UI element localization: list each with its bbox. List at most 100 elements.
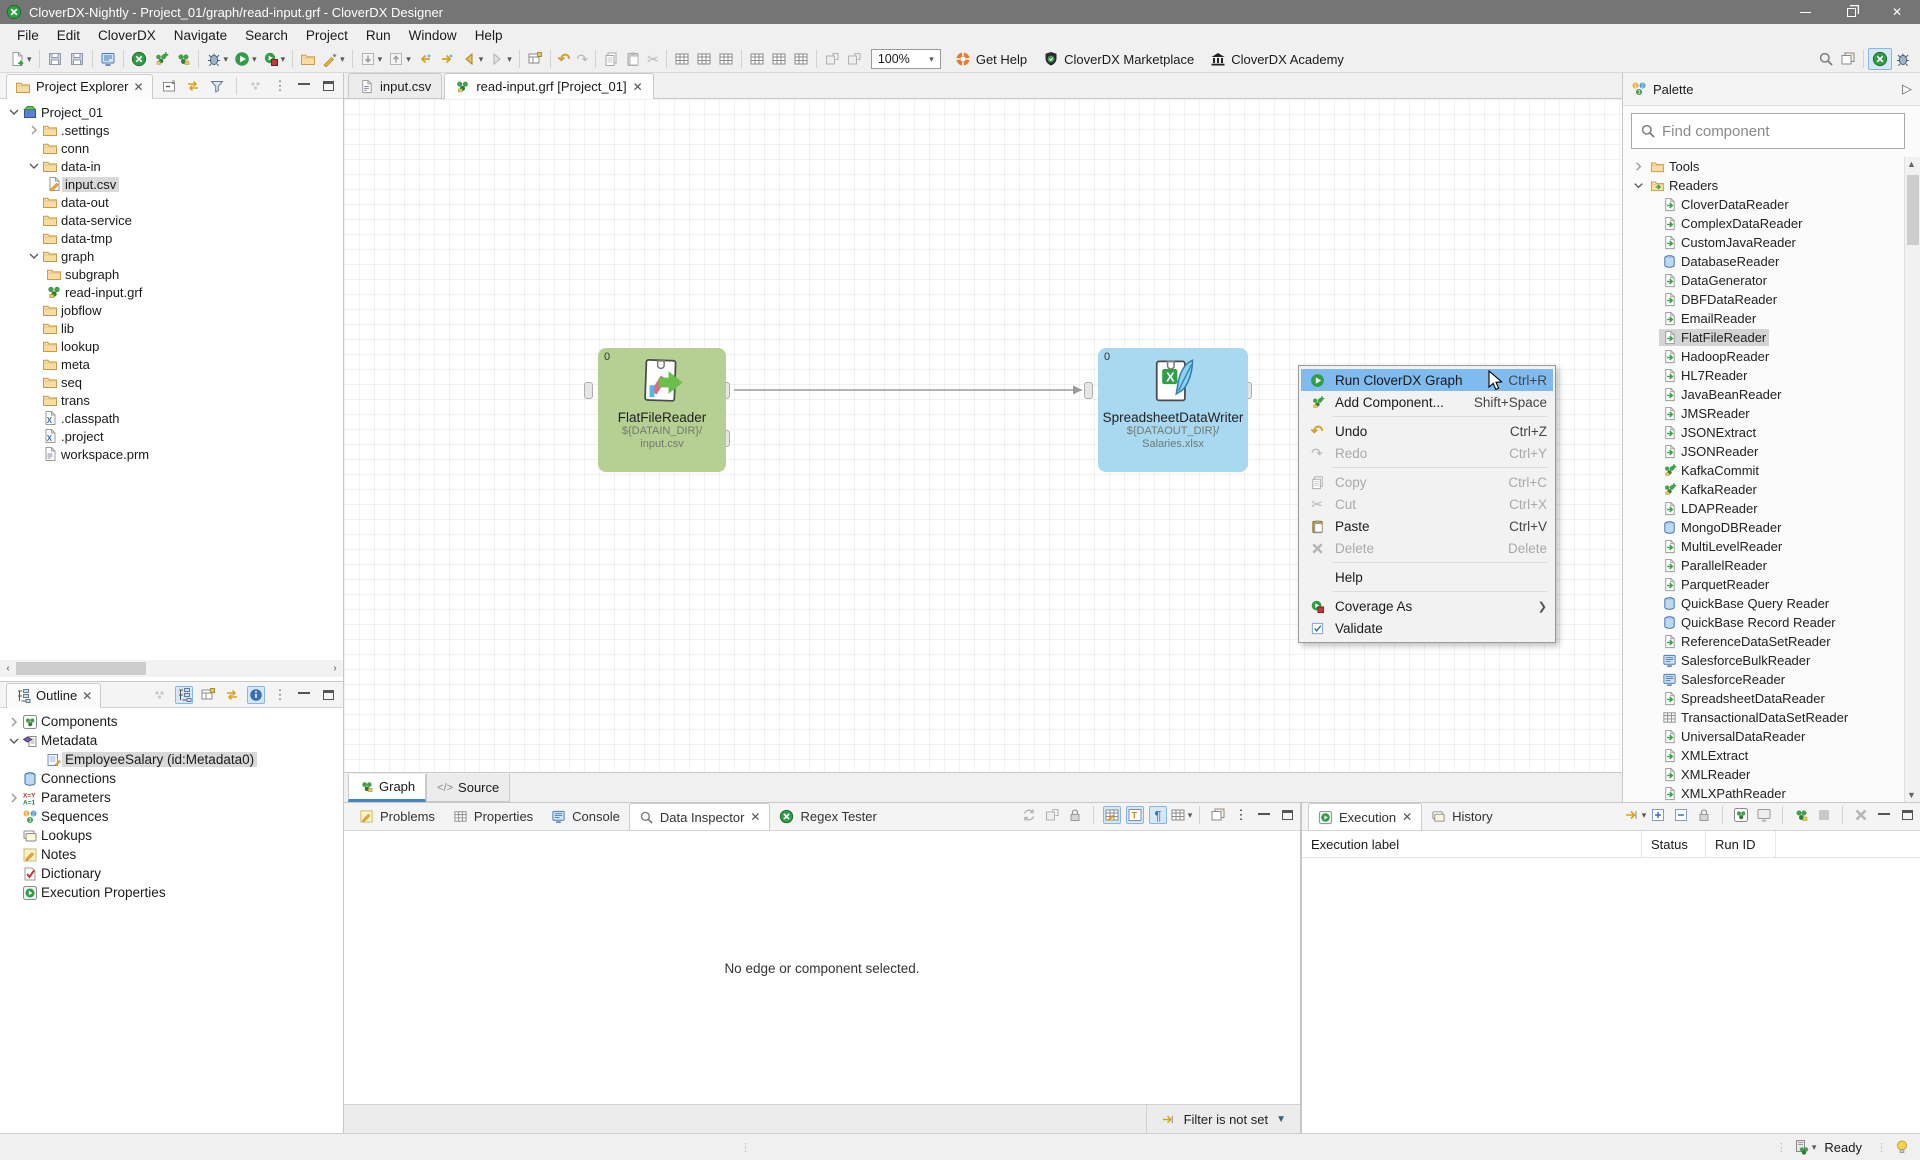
tab-problems[interactable]: Problems	[350, 803, 444, 830]
palette-item-parallelreader[interactable]: ParallelReader	[1623, 556, 1905, 575]
menu-run[interactable]: Run	[357, 26, 400, 45]
stop-button[interactable]	[1815, 806, 1833, 824]
menu-item-undo[interactable]: ↶UndoCtrl+Z	[1301, 420, 1553, 442]
view-tab-graph[interactable]: Graph	[348, 774, 426, 802]
tips-bulb-icon[interactable]	[1894, 1139, 1910, 1155]
grid-options-button[interactable]: ▾	[1172, 806, 1190, 824]
filter-button[interactable]	[208, 77, 226, 95]
outline-item-metadata[interactable]: Metadata	[0, 731, 343, 750]
show-components-button[interactable]	[1732, 806, 1750, 824]
palette-item-spreadsheetdatareader[interactable]: SpreadsheetDataReader	[1623, 689, 1905, 708]
remove-button[interactable]	[1852, 806, 1870, 824]
close-icon[interactable]: ✕	[633, 80, 643, 94]
component-spreadsheetdatawriter[interactable]: 0 SpreadsheetDataWriter ${DATAOUT_DIR}/ …	[1098, 348, 1248, 472]
tree-item-project[interactable]: Project_01	[0, 103, 343, 121]
new-graph-button[interactable]: ▾	[6, 48, 35, 70]
back-button[interactable]: ▾	[458, 48, 487, 70]
palette-item-referencedatasetreader[interactable]: ReferenceDataSetReader	[1623, 632, 1905, 651]
tab-project-explorer[interactable]: Project Explorer ✕	[6, 74, 153, 99]
close-icon[interactable]: ✕	[1402, 810, 1412, 824]
cloverdx-server-button[interactable]	[128, 48, 150, 70]
view-tab-source[interactable]: </>Source	[426, 774, 510, 802]
undo-button[interactable]: ↶	[555, 48, 574, 70]
palette-item-transactionaldatasetreader[interactable]: TransactionalDataSetReader	[1623, 708, 1905, 727]
outline-item-dictionary[interactable]: Dictionary	[0, 864, 343, 883]
open-perspective-button[interactable]	[1837, 48, 1859, 70]
link-with-editor-button[interactable]	[184, 77, 202, 95]
match-height-button[interactable]	[843, 48, 865, 70]
view-menu-button[interactable]: ⋮	[271, 686, 289, 704]
align-right-button[interactable]	[715, 48, 737, 70]
get-help-link[interactable]: Get Help	[947, 51, 1035, 67]
palette-item-xmlextract[interactable]: XMLExtract	[1623, 746, 1905, 765]
outline-item-sequences[interactable]: Sequences	[0, 807, 343, 826]
menu-file[interactable]: File	[8, 26, 48, 45]
tab-properties[interactable]: Properties	[444, 803, 542, 830]
expand-all-button[interactable]	[1649, 806, 1667, 824]
palette-item-salesforcebulkreader[interactable]: SalesforceBulkReader	[1623, 651, 1905, 670]
tree-item-read-input-grf[interactable]: read-input.grf	[0, 283, 343, 301]
outline-item-execution-properties[interactable]: Execution Properties	[0, 883, 343, 902]
column-run-id[interactable]: Run ID	[1706, 831, 1776, 857]
palette-item-complexdatareader[interactable]: ComplexDataReader	[1623, 214, 1905, 233]
filter-control[interactable]: Filter is not set ▼	[1146, 1105, 1300, 1133]
cloverdx-perspective-button[interactable]	[1868, 48, 1892, 70]
palette-item-customjavareader[interactable]: CustomJavaReader	[1623, 233, 1905, 252]
show-text-toggle[interactable]	[1126, 806, 1144, 824]
outline-item-lookups[interactable]: Lookups	[0, 826, 343, 845]
distribute-v-button[interactable]	[768, 48, 790, 70]
column-status[interactable]: Status	[1642, 831, 1706, 857]
academy-link[interactable]: CloverDX Academy	[1202, 51, 1352, 67]
palette-item-hadoopreader[interactable]: HadoopReader	[1623, 347, 1905, 366]
palette-item-flatfilereader[interactable]: FlatFileReader	[1623, 328, 1905, 347]
next-annotation-button[interactable]	[436, 48, 458, 70]
import-button[interactable]: ▾	[357, 48, 386, 70]
menu-window[interactable]: Window	[400, 26, 466, 45]
scroll-left-icon[interactable]: ‹	[0, 663, 16, 674]
palette-item-jmsreader[interactable]: JMSReader	[1623, 404, 1905, 423]
menu-item-copy[interactable]: CopyCtrl+C	[1301, 471, 1553, 493]
tree-item-data-tmp[interactable]: data-tmp	[0, 229, 343, 247]
tree-item-subgraph[interactable]: subgraph	[0, 265, 343, 283]
outline-item-employee-salary[interactable]: EmployeeSalary (id:Metadata0)	[0, 750, 343, 769]
menu-edit[interactable]: Edit	[48, 26, 89, 45]
scroll-right-icon[interactable]: ›	[327, 663, 343, 674]
align-left-button[interactable]	[671, 48, 693, 70]
tree-item-lookup[interactable]: lookup	[0, 337, 343, 355]
tree-item-graph[interactable]: graph	[0, 247, 343, 265]
server-status-icon[interactable]	[1794, 1139, 1810, 1155]
maximize-view-button[interactable]	[1278, 806, 1296, 824]
open-in-window-button[interactable]	[1209, 806, 1227, 824]
menu-item-cut[interactable]: ✂CutCtrl+X	[1301, 493, 1553, 515]
components-button[interactable]	[172, 48, 194, 70]
link-with-editor-button[interactable]	[524, 48, 546, 70]
tree-item-trans[interactable]: trans	[0, 391, 343, 409]
window-close-button[interactable]: ✕	[1874, 0, 1920, 24]
outline-item-notes[interactable]: Notes	[0, 845, 343, 864]
palette-item-jsonextract[interactable]: JSONExtract	[1623, 423, 1905, 442]
column-execution-label[interactable]: Execution label	[1302, 831, 1642, 857]
tree-item-data-out[interactable]: data-out	[0, 193, 343, 211]
palette-item-datagenerator[interactable]: DataGenerator	[1623, 271, 1905, 290]
search-button[interactable]	[1815, 48, 1837, 70]
palette-item-javabeanreader[interactable]: JavaBeanReader	[1623, 385, 1905, 404]
component-flatfilereader[interactable]: 0 FlatFileReader ${DATAIN_DIR}/ input.cs…	[598, 348, 726, 472]
debug-button[interactable]: ▾	[203, 48, 232, 70]
collapse-palette-icon[interactable]: ▷	[1902, 81, 1912, 97]
view-menu-button[interactable]: ⋮	[271, 77, 289, 95]
port-stub[interactable]	[584, 382, 593, 399]
edge-reader-to-writer[interactable]	[720, 379, 1100, 401]
menu-navigate[interactable]: Navigate	[165, 26, 236, 45]
menu-item-run-graph[interactable]: Run CloverDX GraphCtrl+R	[1301, 369, 1553, 391]
cut-button[interactable]: ✂	[644, 48, 662, 70]
chevron-down-icon[interactable]: ▾	[1812, 1142, 1817, 1153]
copy-button[interactable]	[600, 48, 622, 70]
palette-item-salesforcereader[interactable]: SalesforceReader	[1623, 670, 1905, 689]
run-options-button[interactable]: ▾	[1626, 806, 1644, 824]
focus-button[interactable]	[151, 686, 169, 704]
maximize-view-button[interactable]	[1898, 806, 1916, 824]
palette-item-quickbase-record-reader[interactable]: QuickBase Record Reader	[1623, 613, 1905, 632]
palette-item-xmlxpathreader[interactable]: XMLXPathReader	[1623, 784, 1905, 802]
add-component-button[interactable]	[150, 48, 172, 70]
tab-regex-tester[interactable]: Regex Tester	[770, 803, 885, 830]
